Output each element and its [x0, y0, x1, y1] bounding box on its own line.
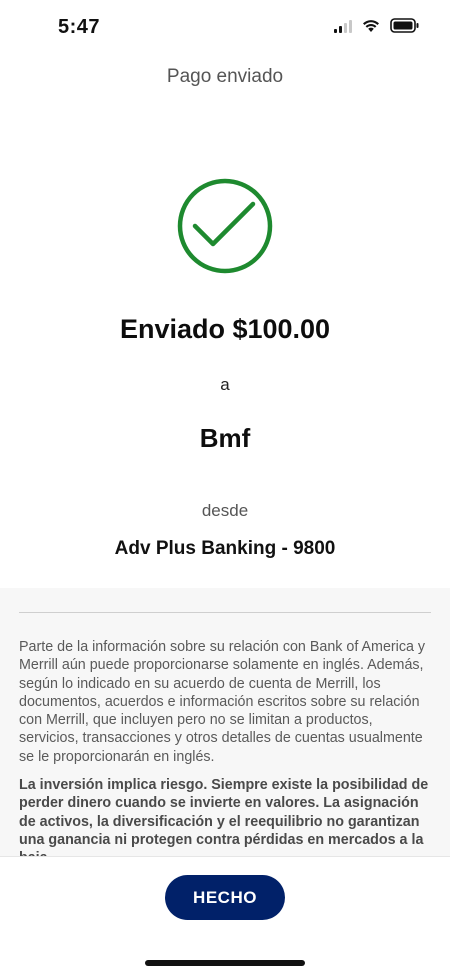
- from-label: desde: [201, 501, 249, 520]
- status-icons: [334, 18, 420, 33]
- status-time: 5:47: [58, 16, 101, 38]
- recipient-name: Bmf: [199, 423, 251, 453]
- page-title: Pago enviado: [166, 66, 284, 87]
- sent-amount: Enviado $100.00: [119, 314, 331, 344]
- battery-icon: [390, 18, 419, 33]
- divider: [19, 612, 431, 613]
- home-indicator[interactable]: [145, 960, 305, 966]
- to-label: a: [220, 375, 230, 394]
- language-disclosure: Parte de la información sobre su relació…: [19, 639, 426, 765]
- investment-risk-disclosure: La inversión implica riesgo. Siempre exi…: [19, 777, 429, 856]
- checkmark-circle-icon: [177, 178, 273, 274]
- from-account: Adv Plus Banking - 9800: [114, 538, 336, 559]
- footer: HECHO: [0, 856, 450, 976]
- cellular-signal-icon: [334, 19, 352, 33]
- wifi-icon: [363, 19, 379, 32]
- done-button[interactable]: HECHO: [165, 875, 285, 920]
- disclosure-panel[interactable]: Parte de la información sobre su relació…: [0, 588, 450, 856]
- status-bar: 5:47: [0, 0, 450, 54]
